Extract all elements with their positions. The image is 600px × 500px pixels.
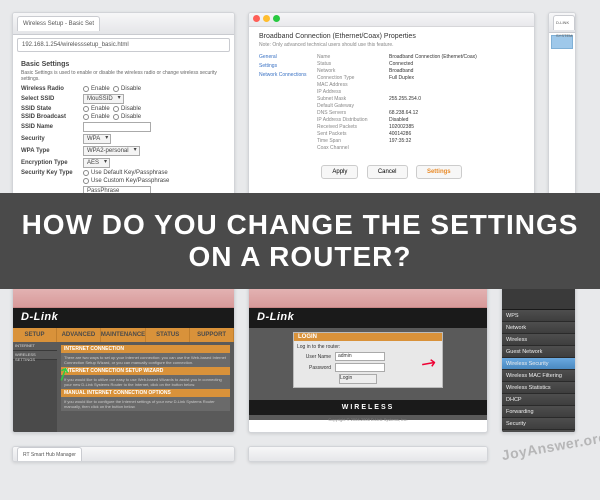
thumb-dark-menu[interactable]: WPSNetworkWirelessGuest NetworkWireless … [501,285,576,433]
login-button: Login [339,374,377,384]
menu-item: Parental Control [502,430,575,433]
mac-titlebar [249,13,534,27]
thumb-bottom-left[interactable]: RT Smart Hub Manager [12,446,235,462]
apply-button: Apply [321,165,358,179]
thumb-sliver-right[interactable]: D-LINK SYSTEM [548,12,576,196]
ssid-input [83,122,151,132]
dlink-logo: D-Link [13,308,234,328]
footer-brand: WIRELESS [249,400,487,415]
radio-icon [83,86,89,92]
thumb-wireless-settings[interactable]: Wireless Setup - Basic Set 192.168.1.254… [12,12,235,196]
browser-chrome: Wireless Setup - Basic Set [13,13,234,35]
side-nav: INTERNET WIRELESS SETTINGS [13,342,57,433]
side-nav: General Settings Network Connections [259,53,317,152]
menu-item: Wireless Security [502,358,575,370]
menu-header [502,286,575,310]
ssid-select: MouSSID [83,94,124,104]
menu-item: Network [502,322,575,334]
vertical-menu: WPSNetworkWirelessGuest NetworkWireless … [502,310,575,433]
zoom-icon [273,15,280,22]
dlink-logo: D-Link [249,308,487,328]
menu-item: Security [502,418,575,430]
headline-text: How do you change the settings on a rout… [0,209,600,273]
page-desc: Basic Settings is used to enable or disa… [21,70,226,82]
settings-button: Settings [416,165,462,179]
thumb-dlink-setup[interactable]: D-Link SETUPADVANCEDMAINTENANCESTATUSSUP… [12,285,235,433]
url-bar: 192.168.1.254/wirelesssetup_basic.html [17,38,230,52]
menu-item: Wireless Statistics [502,382,575,394]
thumb-broadband-properties[interactable]: Broadband Connection (Ethernet/Coax) Pro… [248,12,535,196]
headline-banner: How do you change the settings on a rout… [0,193,600,289]
menu-item: Guest Network [502,346,575,358]
username-select: admin [335,352,385,361]
page-title: Basic Settings [21,61,226,68]
menu-item: Wireless [502,334,575,346]
top-nav: SETUPADVANCEDMAINTENANCESTATUSSUPPORT [13,328,234,342]
password-input [335,363,385,372]
minimize-icon [263,15,270,22]
thumb-bottom-mid[interactable] [248,446,488,462]
property-list: NameBroadband Connection (Ethernet/Coax)… [317,53,524,152]
menu-item: Forwarding [502,406,575,418]
menu-item: DHCP [502,394,575,406]
menu-item: Wireless MAC Filtering [502,370,575,382]
menu-item: WPS [502,310,575,322]
thumb-dlink-login[interactable]: D-Link LOGIN Log in to the router: User … [248,285,488,433]
cancel-button: Cancel [367,165,408,179]
close-icon [253,15,260,22]
panel-title: Broadband Connection (Ethernet/Coax) Pro… [259,33,524,40]
browser-tab: Wireless Setup - Basic Set [17,16,100,31]
